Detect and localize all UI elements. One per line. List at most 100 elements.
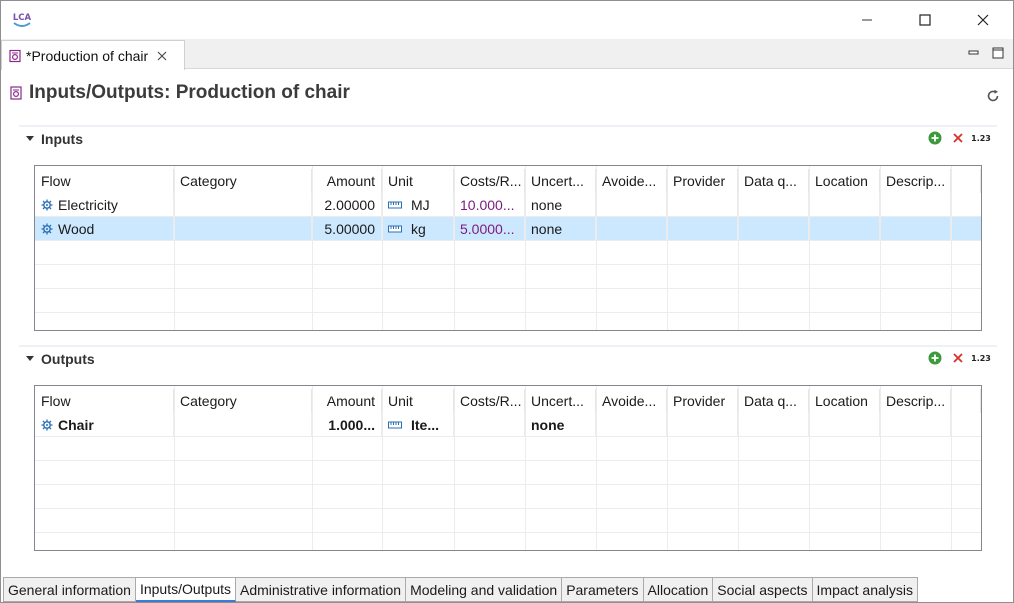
col-header-avoided[interactable]: Avoide... <box>596 389 667 413</box>
col-header-data-quality[interactable]: Data q... <box>738 169 809 193</box>
description-cell[interactable] <box>880 193 951 217</box>
add-input-button[interactable] <box>926 130 944 146</box>
col-header-provider[interactable]: Provider <box>667 169 738 193</box>
col-header-costs[interactable]: Costs/R... <box>454 389 525 413</box>
costs-cell[interactable]: 5.0000... <box>454 217 525 241</box>
col-header-uncertainty[interactable]: Uncert... <box>525 169 596 193</box>
tab-impact-analysis[interactable]: Impact analysis <box>812 577 919 602</box>
app-logo-icon: LCA <box>13 13 32 27</box>
col-header-filler <box>951 389 981 413</box>
outputs-table: Flow Category Amount Unit Costs/R... Unc… <box>34 385 982 551</box>
table-header-row: Flow Category Amount Unit Costs/R... Unc… <box>35 169 981 193</box>
view-minimize-button[interactable] <box>967 46 981 60</box>
avoided-cell[interactable] <box>596 217 667 241</box>
data-quality-cell[interactable] <box>738 413 809 437</box>
empty-row <box>35 485 981 509</box>
location-cell[interactable] <box>809 193 880 217</box>
provider-cell[interactable] <box>667 413 738 437</box>
number-format-button[interactable]: 1.23 <box>971 350 991 366</box>
x-icon <box>953 353 963 363</box>
costs-cell[interactable]: 10.000... <box>454 193 525 217</box>
tab-modeling-and-validation[interactable]: Modeling and validation <box>406 577 563 602</box>
remove-input-button[interactable] <box>949 130 967 146</box>
description-cell[interactable] <box>880 413 951 437</box>
amount-cell[interactable]: 1.000... <box>312 413 382 437</box>
close-icon <box>977 14 989 26</box>
col-header-data-quality[interactable]: Data q... <box>738 389 809 413</box>
uncertainty-cell[interactable]: none <box>525 193 596 217</box>
provider-cell[interactable] <box>667 193 738 217</box>
page-header: Inputs/Outputs: Production of chair <box>9 79 350 107</box>
outputs-section-title: Outputs <box>41 351 95 367</box>
col-header-unit[interactable]: Unit <box>382 389 454 413</box>
table-row[interactable]: Electricity 2.00000 MJ 10.000... none <box>35 193 981 217</box>
col-header-flow[interactable]: Flow <box>35 389 174 413</box>
avoided-cell[interactable] <box>596 193 667 217</box>
tab-parameters[interactable]: Parameters <box>562 577 644 602</box>
col-header-category[interactable]: Category <box>174 389 312 413</box>
tab-social-aspects[interactable]: Social aspects <box>713 577 813 602</box>
location-cell[interactable] <box>809 413 880 437</box>
category-cell <box>174 413 312 437</box>
col-header-provider[interactable]: Provider <box>667 389 738 413</box>
table-header-row: Flow Category Amount Unit Costs/R... Unc… <box>35 389 981 413</box>
col-header-costs[interactable]: Costs/R... <box>454 169 525 193</box>
location-cell[interactable] <box>809 217 880 241</box>
description-cell[interactable] <box>880 217 951 241</box>
unit-cell[interactable]: MJ <box>382 193 454 217</box>
plus-circle-icon <box>928 351 942 365</box>
collapse-icon[interactable] <box>23 352 37 366</box>
view-maximize-button[interactable] <box>991 46 1005 60</box>
inputs-table: Flow Category Amount Unit Costs/R... Unc… <box>34 165 982 331</box>
col-header-category[interactable]: Category <box>174 169 312 193</box>
ruler-icon <box>388 201 402 209</box>
minimize-button[interactable] <box>844 1 890 39</box>
tab-inputs-outputs[interactable]: Inputs/Outputs <box>135 577 237 602</box>
collapse-icon[interactable] <box>23 132 37 146</box>
editor-page-tabs: General information Inputs/Outputs Admin… <box>3 577 919 603</box>
minimize-icon <box>862 19 872 21</box>
editor-tab-production-of-chair[interactable]: *Production of chair <box>1 40 185 70</box>
data-quality-cell[interactable] <box>738 217 809 241</box>
col-header-amount[interactable]: Amount <box>312 389 382 413</box>
refresh-icon[interactable] <box>985 88 1001 104</box>
col-header-location[interactable]: Location <box>809 169 880 193</box>
col-header-uncertainty[interactable]: Uncert... <box>525 389 596 413</box>
ruler-icon <box>388 421 402 429</box>
provider-cell[interactable] <box>667 217 738 241</box>
col-header-unit[interactable]: Unit <box>382 169 454 193</box>
amount-cell[interactable]: 2.00000 <box>312 193 382 217</box>
title-bar: LCA <box>1 1 1013 39</box>
maximize-button[interactable] <box>902 1 948 39</box>
tab-allocation[interactable]: Allocation <box>643 577 714 602</box>
col-header-flow[interactable]: Flow <box>35 169 174 193</box>
close-window-button[interactable] <box>960 1 1006 39</box>
col-header-description[interactable]: Descrip... <box>880 389 951 413</box>
col-header-avoided[interactable]: Avoide... <box>596 169 667 193</box>
tab-administrative-information[interactable]: Administrative information <box>236 577 407 602</box>
flow-name: Electricity <box>58 197 118 213</box>
tab-general-information[interactable]: General information <box>3 577 136 602</box>
table-row[interactable]: Wood 5.00000 kg 5.0000... none <box>35 217 981 241</box>
col-header-amount[interactable]: Amount <box>312 169 382 193</box>
avoided-cell[interactable] <box>596 413 667 437</box>
empty-row <box>35 437 981 461</box>
tab-close-button[interactable] <box>156 50 168 62</box>
inputs-section-header[interactable]: Inputs <box>19 125 997 151</box>
col-header-location[interactable]: Location <box>809 389 880 413</box>
col-header-description[interactable]: Descrip... <box>880 169 951 193</box>
amount-cell[interactable]: 5.00000 <box>312 217 382 241</box>
data-quality-cell[interactable] <box>738 193 809 217</box>
unit-cell[interactable]: kg <box>382 217 454 241</box>
remove-output-button[interactable] <box>949 350 967 366</box>
category-cell <box>174 217 312 241</box>
number-format-button[interactable]: 1.23 <box>971 130 991 146</box>
table-row[interactable]: Chair 1.000... Ite... none <box>35 413 981 437</box>
add-output-button[interactable] <box>926 350 944 366</box>
outputs-toolbar: 1.23 <box>921 350 991 366</box>
uncertainty-cell[interactable]: none <box>525 413 596 437</box>
uncertainty-cell[interactable]: none <box>525 217 596 241</box>
costs-cell[interactable] <box>454 413 525 437</box>
unit-cell[interactable]: Ite... <box>382 413 454 437</box>
outputs-section-header[interactable]: Outputs <box>19 345 997 371</box>
